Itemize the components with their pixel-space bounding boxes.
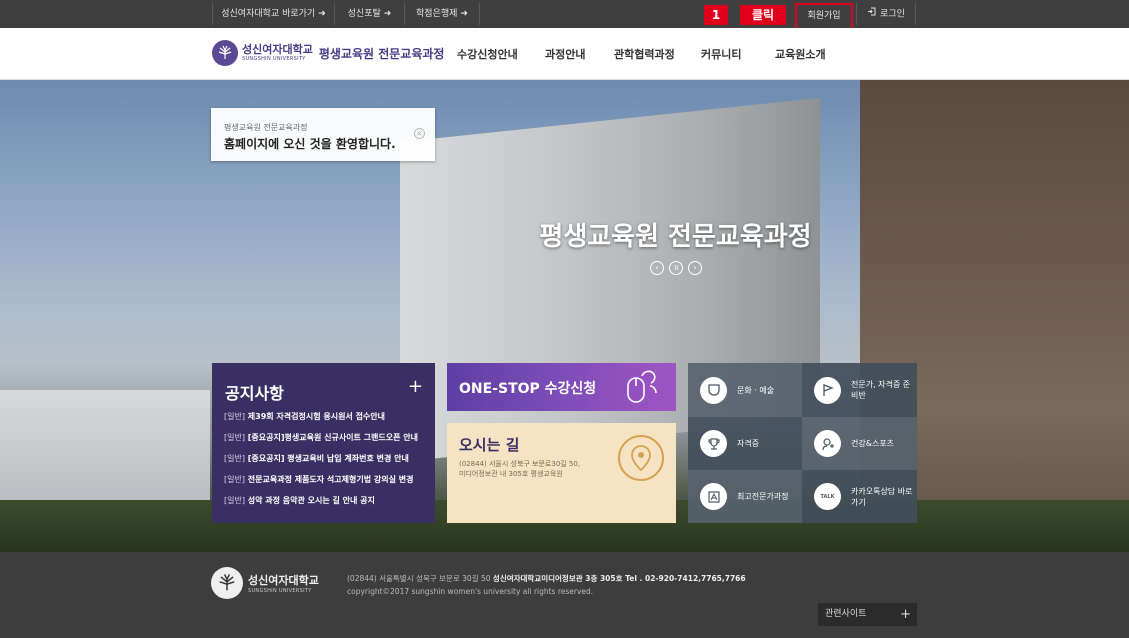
- annotation-click-label: 클릭: [740, 5, 786, 25]
- health-icon: [814, 430, 841, 457]
- certificate-icon: [700, 483, 727, 510]
- notice-text: [중요공지] 평생교육비 납입 계좌번호 변경 안내: [247, 454, 409, 463]
- notice-tag: [일반]: [224, 433, 245, 442]
- notice-item[interactable]: [일반] 전문교육과정 제품도자 석고제형기법 강의실 변경: [224, 474, 428, 485]
- kakaotalk-icon-text: TALK: [820, 493, 835, 500]
- hero-title: 평생교육원 전문교육과정: [539, 222, 812, 252]
- credit-bank-link[interactable]: 학점은행제 ➜: [404, 3, 480, 25]
- notice-text: 전문교육과정 제품도자 석고제형기법 강의실 변경: [247, 475, 414, 484]
- notice-tag: [일반]: [224, 475, 245, 484]
- quick-top-expert-course[interactable]: 최고전문가과정: [688, 470, 802, 523]
- footer-address: (02844) 서울특별시 성북구 보문로 30길 50 성신여자대학교미디어정…: [347, 573, 746, 584]
- onestop-enroll-banner[interactable]: ONE-STOP 수강신청: [447, 363, 676, 411]
- footer-address-text: (02844) 서울특별시 성북구 보문로 30길 50: [347, 574, 491, 583]
- site-footer: 성신여자대학교 SUNGSHIN UNIVERSITY (02844) 서울특별…: [0, 552, 1129, 638]
- quick-kakaotalk[interactable]: TALK 카카오톡상담 바로가기: [802, 470, 917, 523]
- nav-about[interactable]: 교육원소개: [775, 46, 826, 62]
- arrow-right-icon: ➜: [460, 9, 468, 19]
- top-utility-bar: 성신여자대학교 바로가기 ➜ 성신포탈 ➜ 학점은행제 ➜ 1 클릭 회원가입 로그인: [0, 0, 1129, 31]
- footer-logo: 성신여자대학교 SUNGSHIN UNIVERSITY: [211, 567, 319, 599]
- quick-label: 문화 · 예술: [737, 385, 775, 395]
- quick-culture-arts[interactable]: 문화 · 예술: [688, 363, 802, 417]
- login-label: 로그인: [880, 9, 905, 20]
- quick-health-sports[interactable]: 건강&스포츠: [802, 417, 917, 470]
- notice-item[interactable]: [일반] [중요공지]평생교육원 신규사이트 그랜드오픈 안내: [224, 432, 428, 443]
- mask-icon: [700, 376, 727, 404]
- quick-label: 건강&스포츠: [851, 439, 895, 448]
- portal-link[interactable]: 성신포탈 ➜: [334, 3, 404, 25]
- directions-title: 오시는 길: [459, 436, 520, 454]
- univ-emblem-icon: [211, 567, 243, 599]
- quick-label: 최고전문가과정: [737, 492, 789, 501]
- close-icon[interactable]: ×: [414, 128, 425, 139]
- directions-address: (02844) 서울시 성북구 보문로30길 50, 미디어정보관 내 305호…: [459, 460, 581, 478]
- kakaotalk-icon: TALK: [814, 483, 841, 510]
- welcome-subtitle: 평생교육원 전문교육과정: [224, 123, 308, 132]
- footer-copyright: copyright©2017 sungshin women's universi…: [347, 587, 594, 596]
- credit-bank-link-label: 학점은행제: [416, 9, 458, 19]
- annotation-step-number: 1: [704, 5, 728, 25]
- univ-homepage-link-label: 성신여자대학교 바로가기: [221, 9, 316, 19]
- slide-pause-icon[interactable]: ॥: [669, 261, 683, 275]
- notice-item[interactable]: [일반] [중요공지] 평생교육비 납입 계좌번호 변경 안내: [224, 453, 428, 464]
- logo-univ-name: 성신여자대학교: [242, 42, 313, 56]
- footer-univ-en: SUNGSHIN UNIVERSITY: [248, 588, 312, 594]
- signup-label: 회원가입: [807, 11, 841, 21]
- site-logo[interactable]: 성신여자대학교 SUNGSHIN UNIVERSITY 평생교육원 전문교육과정: [212, 38, 444, 68]
- related-sites-label: 관련사이트: [825, 609, 867, 619]
- notice-item[interactable]: [일반] 성악 과정 음악관 오시는 길 안내 공지: [224, 495, 428, 506]
- plus-icon: +: [900, 607, 911, 622]
- welcome-message: 홈페이지에 오신 것을 환영합니다.: [224, 137, 396, 151]
- notice-panel: 공지사항 + [일반] 제39회 자격검정시험 응시원서 접수안내 [일반] […: [212, 363, 435, 523]
- login-button[interactable]: 로그인: [856, 3, 916, 25]
- notice-text: 성악 과정 음악관 오시는 길 안내 공지: [247, 496, 375, 505]
- site-header: 성신여자대학교 SUNGSHIN UNIVERSITY 평생교육원 전문교육과정…: [0, 28, 1129, 80]
- portal-link-label: 성신포탈: [347, 9, 381, 19]
- login-icon: [867, 3, 876, 25]
- logo-univ-en: SUNGSHIN UNIVERSITY: [242, 55, 306, 62]
- quick-label: 자격증: [737, 439, 760, 448]
- slide-prev-icon[interactable]: ‹: [650, 261, 664, 275]
- notice-more-icon[interactable]: +: [408, 376, 423, 397]
- flag-icon: [814, 376, 841, 404]
- notice-title: 공지사항: [225, 384, 284, 403]
- nav-enrollment-guide[interactable]: 수강신청안내: [457, 46, 518, 62]
- notice-tag: [일반]: [224, 454, 245, 463]
- onestop-title: ONE-STOP 수강신청: [459, 381, 597, 397]
- slide-next-icon[interactable]: ›: [688, 261, 702, 275]
- notice-text: 제39회 자격검정시험 응시원서 접수안내: [247, 412, 386, 421]
- univ-emblem-icon: [212, 40, 238, 66]
- location-pin-icon: [618, 435, 664, 481]
- quick-expert-prep[interactable]: 전문가, 자격증 준비반: [802, 363, 917, 417]
- footer-address-bold: 성신여자대학교미디어정보관 3층 305호 Tel . 02-920-7412,…: [492, 574, 746, 583]
- nav-community[interactable]: 커뮤니티: [701, 46, 741, 62]
- arrow-right-icon: ➜: [383, 9, 392, 19]
- directions-panel[interactable]: 오시는 길 (02844) 서울시 성북구 보문로30길 50, 미디어정보관 …: [447, 423, 676, 523]
- mouse-click-icon: [622, 368, 662, 406]
- notice-text: [중요공지]평생교육원 신규사이트 그랜드오픈 안내: [247, 433, 418, 442]
- quick-menu: 문화 · 예술 전문가, 자격증 준비반 자격증 건강&스포츠 최고전문가과정 …: [688, 363, 917, 523]
- notice-tag: [일반]: [224, 496, 245, 505]
- logo-site-title: 평생교육원 전문교육과정: [318, 46, 445, 61]
- quick-certificate[interactable]: 자격증: [688, 417, 802, 470]
- notice-tag: [일반]: [224, 412, 245, 421]
- quick-label: 전문가, 자격증 준비반: [851, 380, 911, 400]
- related-sites-select[interactable]: 관련사이트 +: [818, 603, 917, 626]
- trophy-icon: [700, 430, 727, 457]
- univ-homepage-link[interactable]: 성신여자대학교 바로가기 ➜: [212, 3, 334, 25]
- notice-item[interactable]: [일반] 제39회 자격검정시험 응시원서 접수안내: [224, 411, 428, 422]
- welcome-popup: 평생교육원 전문교육과정 홈페이지에 오신 것을 환영합니다. ×: [211, 108, 435, 161]
- signup-button[interactable]: 회원가입: [795, 3, 853, 31]
- footer-univ-name: 성신여자대학교: [248, 574, 319, 587]
- quick-label: 카카오톡상담 바로가기: [851, 486, 913, 507]
- arrow-right-icon: ➜: [318, 9, 326, 19]
- nav-partnership-course[interactable]: 관학협력과정: [614, 46, 675, 62]
- nav-course-guide[interactable]: 과정안내: [545, 46, 585, 62]
